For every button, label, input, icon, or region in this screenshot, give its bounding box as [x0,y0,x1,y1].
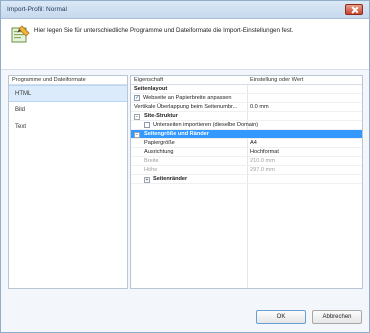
row-fit-paper-width[interactable]: ✓ Webseite an Papierbreite anpassen [131,94,362,103]
collapse-toggle-icon[interactable]: − [134,131,140,138]
row-vertical-overlap[interactable]: Vertikale Überlappung beim Seitenumbr...… [131,103,362,112]
list-item-text[interactable]: Text [9,119,127,136]
collapse-toggle-icon[interactable]: − [134,113,140,120]
row-label: Vertikale Überlappung beim Seitenumbr... [134,104,238,110]
row-label: Site-Struktur [144,113,178,119]
programs-list: Programme und Dateiformate HTML Bild Tex… [8,75,128,289]
column-header-property: Eigenschaft [134,77,164,83]
row-label: Seitenlayout [134,86,168,92]
section-site-structure[interactable]: − Site-Struktur [131,112,362,121]
row-label: Papiergröße [144,140,175,146]
ok-button[interactable]: OK [256,310,306,324]
row-orientation[interactable]: Ausrichtung Hochformat [131,148,362,157]
expand-toggle-icon[interactable]: + [144,176,150,183]
cancel-button[interactable]: Abbrechen [312,310,362,324]
section-seitenlayout: Seitenlayout [131,85,362,94]
row-value[interactable]: 0.0 mm [250,103,269,111]
header-description: Hier legen Sie für unterschiedliche Prog… [34,27,294,34]
section-margins[interactable]: + Seitenränder [131,175,362,184]
row-width: Breite 210.0 mm [131,157,362,166]
row-label: Ausrichtung [144,149,174,155]
title-bar: Import-Profil: Normal [1,1,369,19]
row-value: 297.0 mm [250,167,275,173]
close-button[interactable] [345,4,363,15]
row-label: Breite [144,158,159,164]
properties-grid: Eigenschaft Einstellung oder Wert Seiten… [130,75,363,289]
row-import-subpages[interactable]: Unterseiten importieren (dieselbe Domain… [131,121,362,130]
row-height: Höhe 297.0 mm [131,166,362,175]
import-subpages-checkbox[interactable] [144,122,150,128]
row-label: Seitenränder [153,176,188,182]
list-item-bild[interactable]: Bild [9,102,127,119]
row-label: Webseite an Papierbreite anpassen [143,95,232,101]
window-title: Import-Profil: Normal [7,6,67,13]
import-settings-icon [11,25,30,43]
row-label: Seitengröße und Ränder [144,131,209,137]
fit-paper-width-checkbox[interactable]: ✓ [134,95,140,101]
dialog-header: Hier legen Sie für unterschiedliche Prog… [1,19,369,70]
properties-grid-header: Eigenschaft Einstellung oder Wert [131,76,362,85]
import-profile-dialog: Import-Profil: Normal Hier legen Sie für… [0,0,370,333]
column-header-value: Einstellung oder Wert [250,77,304,83]
row-value[interactable]: Hochformat [250,148,279,156]
row-value: 210.0 mm [250,158,275,164]
programs-list-header: Programme und Dateiformate [9,76,127,85]
row-paper-size[interactable]: Papiergröße A4 [131,139,362,148]
list-item-html[interactable]: HTML [9,85,127,102]
row-label: Unterseiten importieren (dieselbe Domain… [153,122,259,128]
section-page-size-margins[interactable]: − Seitengröße und Ränder [131,130,362,139]
row-value[interactable]: A4 [250,139,257,147]
row-label: Höhe [144,167,158,173]
